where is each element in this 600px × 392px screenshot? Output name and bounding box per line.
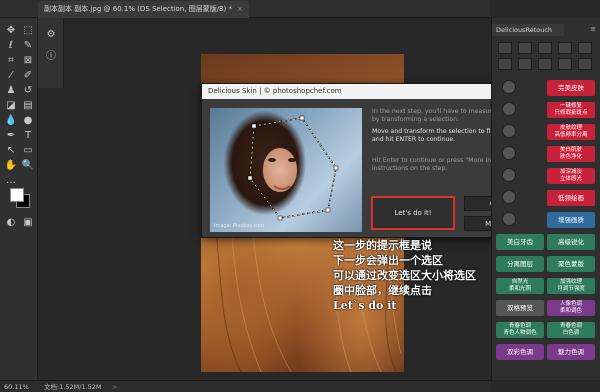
effect-preview-icon[interactable] bbox=[502, 168, 516, 182]
info-panel-icon[interactable]: ⓘ bbox=[44, 50, 58, 64]
retouch-action-button[interactable]: 青春色调 青色人物调色 bbox=[496, 322, 544, 338]
screen-mode-icon[interactable]: ▣ bbox=[21, 216, 35, 230]
retouch-action-button[interactable]: 人像色调 柔和调色 bbox=[547, 300, 595, 316]
effect-preview-icon[interactable] bbox=[502, 80, 516, 94]
preset-square-icon[interactable] bbox=[578, 42, 592, 54]
retouch-action-button[interactable]: 青春色调 白色调 bbox=[547, 322, 595, 338]
preset-square-icon[interactable] bbox=[518, 42, 532, 54]
preset-square-icon[interactable] bbox=[538, 42, 552, 54]
retouch-action-button[interactable]: 分离图层 bbox=[496, 256, 544, 272]
retouch-action-button[interactable]: 自然光 柔和光照 bbox=[496, 278, 544, 294]
retouch-action-button[interactable]: 低频绘画 bbox=[547, 190, 595, 206]
effect-preview-icon[interactable] bbox=[502, 212, 516, 226]
retouch-action-button[interactable]: 完美皮肤 bbox=[547, 80, 595, 96]
crop-tool-icon[interactable]: ⌗ bbox=[4, 54, 18, 68]
history-panel-icon[interactable]: ⚙ bbox=[44, 28, 58, 42]
quick-mask-icon[interactable]: ◐ bbox=[4, 216, 18, 230]
portrait-preview-image: Image: Pixabay.com bbox=[210, 108, 362, 232]
selection-outline bbox=[247, 115, 339, 221]
frame-tool-icon[interactable]: ⊠ bbox=[21, 54, 35, 68]
zoom-tool-icon[interactable]: 🔍 bbox=[21, 159, 35, 173]
effect-preview-icon[interactable] bbox=[502, 190, 516, 204]
image-credit: Image: Pixabay.com bbox=[214, 223, 265, 229]
retouch-action-button[interactable]: 高级锐化 bbox=[547, 234, 595, 250]
preset-square-icon[interactable] bbox=[558, 58, 572, 70]
eyedropper-tool-icon[interactable]: ⁄ bbox=[4, 69, 18, 83]
effect-preview-icon[interactable] bbox=[502, 124, 516, 138]
move-tool-icon[interactable]: ✥ bbox=[4, 24, 18, 38]
document-size-info: 文档:1.52M/1.52M bbox=[44, 383, 102, 391]
document-tab-bar: 副本副本 副本.jpg @ 60.1% (DS Selection, 图层蒙版/… bbox=[0, 0, 490, 18]
blur-tool-icon[interactable]: 💧 bbox=[4, 114, 18, 128]
preset-square-icon[interactable] bbox=[498, 42, 512, 54]
dialog-title: Delicious Skin | © photoshopchef.com bbox=[208, 87, 342, 95]
retouch-action-button[interactable]: 美白牙齿 bbox=[496, 234, 544, 250]
stamp-tool-icon[interactable]: ♟ bbox=[4, 84, 18, 98]
history-brush-tool-icon[interactable]: ↺ bbox=[21, 84, 35, 98]
delicious-retouch-panel: DeliciousRetouch ≡ 完美皮肤一键修复 只修瑕疵斑点 皮肤纹理 高低频… bbox=[491, 18, 600, 380]
retouch-action-button[interactable]: 皮肤纹理 高低频率分离 bbox=[547, 124, 595, 140]
edit-toolbar-icon[interactable]: … bbox=[4, 174, 18, 188]
foreground-color-swatch[interactable] bbox=[10, 188, 24, 202]
pen-tool-icon[interactable]: ✒ bbox=[4, 129, 18, 143]
tools-panel: ✥ ⬚ ℓ ✎ ⌗ ⊠ ⁄ ✐ ♟ ↺ ◪ ▤ 💧 ● ✒ T ↖ ▭ ✋ 🔍… ◐ ▣ bbox=[0, 18, 38, 380]
document-tab-title: 副本副本 副本.jpg @ 60.1% (DS Selection, 图层蒙版/… bbox=[44, 5, 232, 13]
dodge-tool-icon[interactable]: ● bbox=[21, 114, 35, 128]
retouch-action-button[interactable]: 聚色蒙版 bbox=[547, 256, 595, 272]
effect-preview-icon[interactable] bbox=[502, 146, 516, 160]
retouch-action-button[interactable]: 加深减淡 立体感光 bbox=[547, 168, 595, 184]
retouch-action-button[interactable]: 加强纹理 可调节强度 bbox=[547, 278, 595, 294]
retouch-action-button[interactable]: 双格预览 bbox=[496, 300, 544, 316]
lets-do-it-button[interactable]: Let's do it! bbox=[371, 196, 455, 230]
panel-tab-delicious-retouch[interactable]: DeliciousRetouch bbox=[492, 24, 564, 36]
type-tool-icon[interactable]: T bbox=[21, 129, 35, 143]
gradient-tool-icon[interactable]: ▤ bbox=[21, 99, 35, 113]
path-select-tool-icon[interactable]: ↖ bbox=[4, 144, 18, 158]
retouch-action-button[interactable]: 美白肌肤 肤色净化 bbox=[547, 146, 595, 162]
preset-square-icon[interactable] bbox=[538, 58, 552, 70]
document-tab[interactable]: 副本副本 副本.jpg @ 60.1% (DS Selection, 图层蒙版/… bbox=[38, 1, 249, 18]
retouch-action-button[interactable]: 一键修复 只修瑕疵斑点 bbox=[547, 102, 595, 118]
marquee-tool-icon[interactable]: ⬚ bbox=[21, 24, 35, 38]
retouch-action-button[interactable]: 魅力色调 bbox=[547, 344, 595, 360]
quick-select-tool-icon[interactable]: ✎ bbox=[21, 39, 35, 53]
lasso-tool-icon[interactable]: ℓ bbox=[4, 39, 18, 53]
preset-square-icon[interactable] bbox=[578, 58, 592, 70]
shape-tool-icon[interactable]: ▭ bbox=[21, 144, 35, 158]
status-menu-arrow-icon[interactable]: > bbox=[112, 381, 117, 392]
effect-preview-icon[interactable] bbox=[502, 102, 516, 116]
brush-tool-icon[interactable]: ✐ bbox=[21, 69, 35, 83]
retouch-action-button[interactable]: 双彩色调 bbox=[496, 344, 544, 360]
panel-menu-icon[interactable]: ≡ bbox=[590, 25, 596, 33]
collapsed-panel-strip: ⚙ ⓘ bbox=[38, 18, 64, 88]
status-bar: 60.11% 文档:1.52M/1.52M > bbox=[0, 380, 491, 392]
hand-tool-icon[interactable]: ✋ bbox=[4, 159, 18, 173]
preset-square-icon[interactable] bbox=[498, 58, 512, 70]
preset-square-icon[interactable] bbox=[518, 58, 532, 70]
zoom-level[interactable]: 60.11% bbox=[4, 381, 29, 392]
close-tab-icon[interactable]: × bbox=[237, 5, 243, 13]
retouch-action-button[interactable]: 增强画质 bbox=[547, 212, 595, 228]
eraser-tool-icon[interactable]: ◪ bbox=[4, 99, 18, 113]
preset-square-icon[interactable] bbox=[558, 42, 572, 54]
